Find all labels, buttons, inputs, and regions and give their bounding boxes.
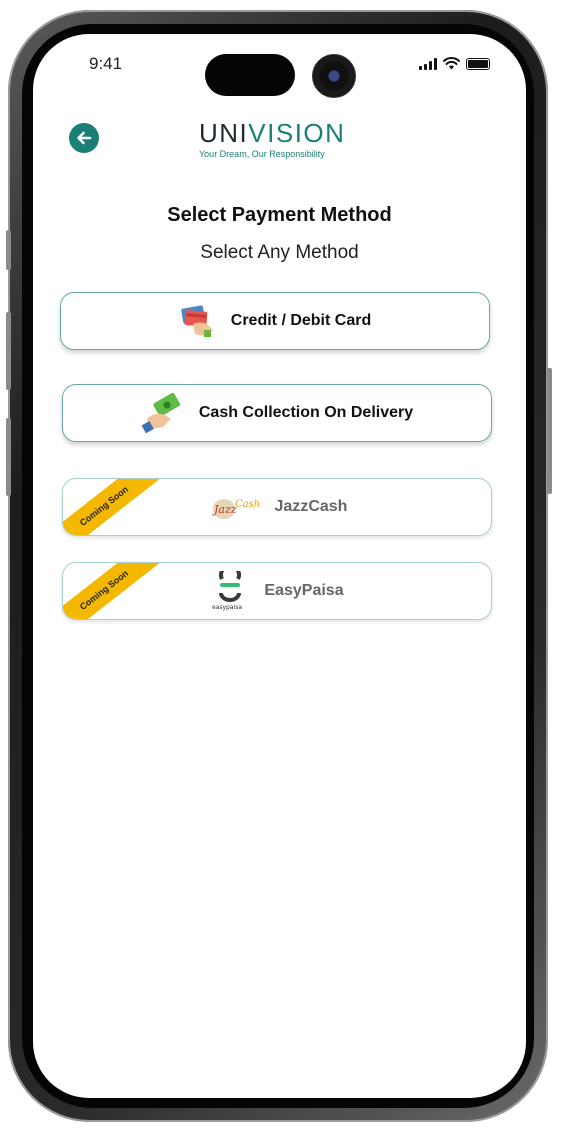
jazzcash-option[interactable]: Coming Soon Jazz Cash JazzCash [62, 478, 492, 536]
wifi-icon [443, 57, 460, 70]
easypaisa-option[interactable]: Coming Soon easypaisa EasyPaisa [62, 562, 492, 620]
arrow-left-icon [77, 131, 92, 145]
back-button[interactable] [69, 123, 99, 153]
power-button [547, 368, 552, 494]
page-title: Select Payment Method [167, 204, 392, 226]
signal-icon [419, 58, 437, 70]
jazzcash-logo: Jazz Cash [207, 492, 261, 522]
cash-on-delivery-option[interactable]: Cash Collection On Delivery [62, 384, 492, 442]
app-screen: 9:41 UNIVISION Your Dream, Our Responsib… [33, 34, 526, 1098]
volume-up-button [6, 312, 11, 390]
status-time: 9:41 [89, 54, 123, 73]
easypaisa-label: EasyPaisa [264, 582, 344, 599]
coming-soon-ribbon: Coming Soon [63, 479, 172, 535]
credit-debit-card-option[interactable]: Credit / Debit Card [60, 292, 490, 350]
easypaisa-logo: easypaisa [210, 571, 250, 611]
credit-debit-card-label: Credit / Debit Card [230, 312, 372, 329]
status-icons [419, 56, 490, 70]
page-subtitle: Select Any Method [200, 242, 359, 263]
volume-down-button [6, 418, 11, 496]
logo-part-vision: VISION [248, 118, 346, 148]
mute-switch [6, 230, 11, 270]
cash-on-delivery-label: Cash Collection On Delivery [198, 404, 414, 421]
credit-card-hand-icon [179, 304, 217, 338]
coming-soon-text: Coming Soon [77, 568, 131, 612]
easypaisa-logo-text: easypaisa [212, 604, 242, 611]
jazzcash-label: JazzCash [274, 498, 348, 515]
coming-soon-text: Coming Soon [77, 484, 131, 528]
logo-tagline: Your Dream, Our Responsibility [199, 149, 325, 159]
univision-logo: UNIVISION Your Dream, Our Responsibility [199, 118, 359, 159]
battery-icon [466, 58, 490, 70]
logo-part-uni: UNI [199, 118, 249, 148]
jazzcash-logo-text: Jazz [212, 503, 237, 516]
logo-wordmark: UNIVISION [199, 118, 359, 148]
svg-text:Cash: Cash [235, 499, 260, 510]
cash-hand-icon [141, 393, 185, 433]
front-camera [312, 54, 356, 98]
dynamic-island [205, 54, 295, 96]
coming-soon-ribbon: Coming Soon [63, 563, 172, 619]
